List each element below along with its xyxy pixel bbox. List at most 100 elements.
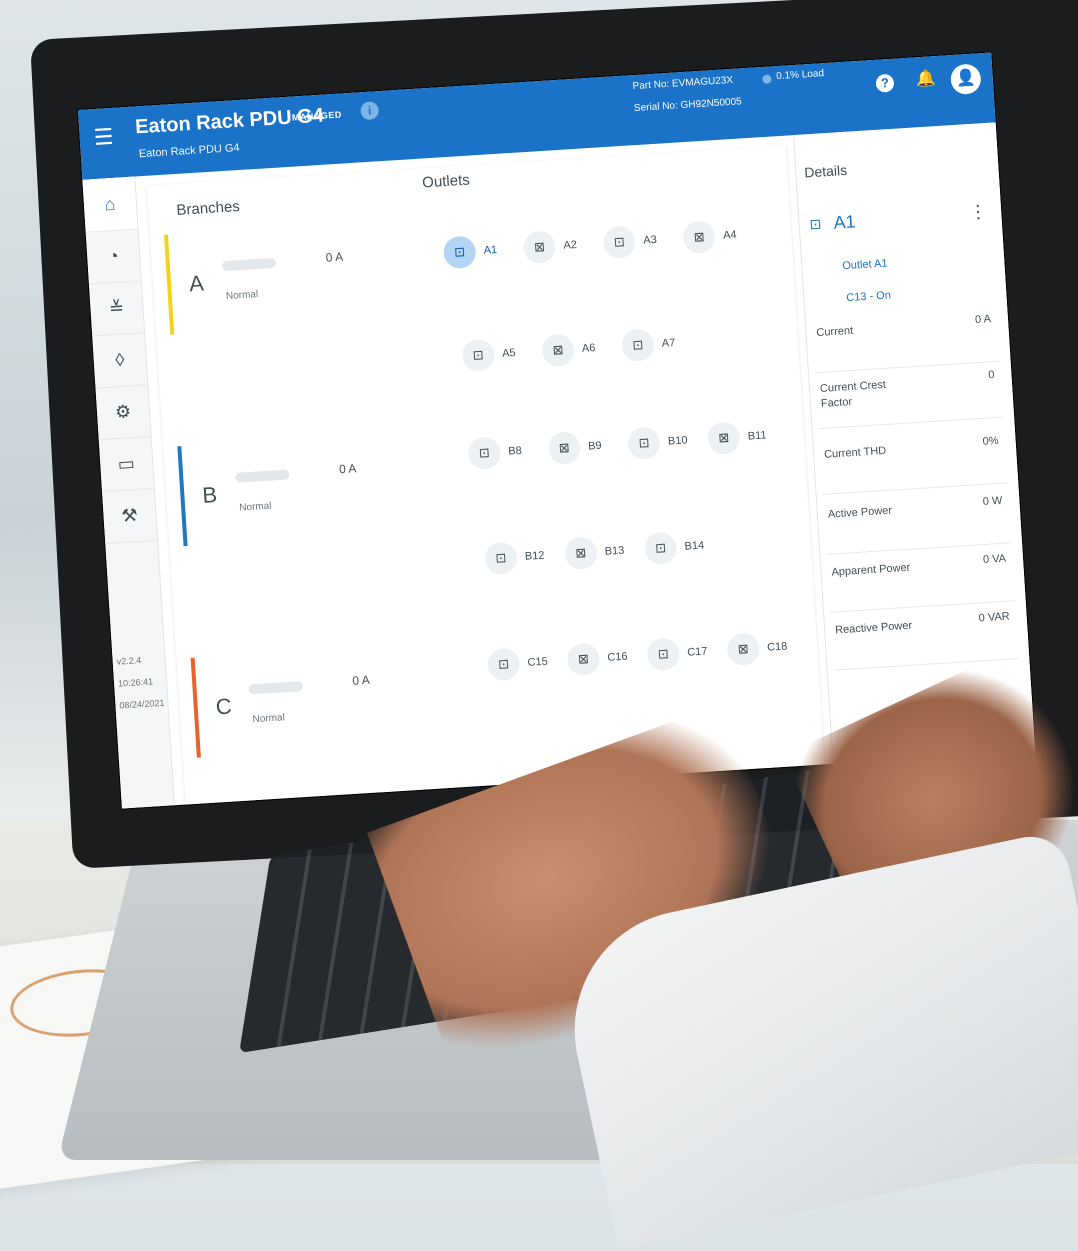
outlet-b11[interactable]: ⊠ B11 bbox=[706, 419, 776, 456]
outlet-icon: ⊡ bbox=[646, 637, 681, 672]
more-options-icon[interactable]: ⋮ bbox=[969, 201, 988, 223]
nav-gear-icon[interactable]: ⚙ bbox=[95, 384, 151, 441]
outlet-icon: ⊠ bbox=[726, 632, 761, 667]
outlet-a1[interactable]: ⊡ A1 bbox=[442, 233, 506, 270]
branch-current: 0 A bbox=[351, 672, 371, 688]
outlet-b9[interactable]: ⊠ B9 bbox=[547, 429, 610, 466]
outlet-b13[interactable]: ⊠ B13 bbox=[563, 534, 633, 571]
outlet-label: A7 bbox=[661, 336, 676, 350]
outlets-heading: Outlets bbox=[421, 171, 471, 192]
outlet-icon: ⊡ bbox=[484, 541, 518, 576]
branch-letter: B bbox=[201, 482, 218, 508]
outlet-label: B13 bbox=[604, 544, 625, 558]
outlet-icon: ⊡ bbox=[620, 328, 655, 363]
branch-b[interactable]: B Normal 0 A ⊡ B8 ⊠ B9 ⊡ B10 ⊠ B11 ⊡ B12… bbox=[177, 407, 796, 576]
branch-status: Normal bbox=[252, 712, 286, 726]
details-outlet-type: C13 - On bbox=[845, 289, 892, 305]
outlet-label: C17 bbox=[686, 645, 708, 659]
outlet-a7[interactable]: ⊡ A7 bbox=[620, 326, 684, 363]
load-status: 0.1% Load bbox=[775, 68, 825, 83]
app-subtitle: Eaton Rack PDU G4 bbox=[138, 141, 240, 161]
outlet-icon: ⊡ bbox=[486, 647, 521, 682]
outlet-icon: ⊠ bbox=[566, 642, 601, 677]
nav-home-icon[interactable]: ⌂ bbox=[82, 176, 138, 233]
outlet-label: B9 bbox=[587, 439, 602, 453]
branch-status: Normal bbox=[225, 289, 259, 303]
managed-badge: MANAGED bbox=[291, 109, 343, 123]
metric-current: Current 0 A bbox=[811, 306, 1000, 374]
outlet-icon: ⊡ bbox=[602, 225, 637, 260]
menu-icon[interactable]: ☰ bbox=[93, 124, 114, 150]
outlet-label: A6 bbox=[581, 341, 596, 355]
outlet-b8[interactable]: ⊡ B8 bbox=[467, 434, 530, 471]
metric-label: Apparent Power bbox=[831, 561, 911, 579]
branch-load-meter bbox=[235, 469, 290, 483]
outlet-a2[interactable]: ⊠ A2 bbox=[522, 228, 586, 265]
outlet-icon: ⊡ bbox=[643, 531, 678, 566]
nav-network-icon[interactable]: ▭ bbox=[98, 436, 154, 493]
branch-letter: C bbox=[214, 693, 233, 720]
outlet-label: B8 bbox=[507, 444, 523, 458]
outlet-c16[interactable]: ⊠ C16 bbox=[566, 640, 637, 677]
details-heading: Details bbox=[803, 161, 848, 181]
branch-current: 0 A bbox=[338, 461, 357, 477]
outlet-icon: ⊡ bbox=[627, 426, 662, 461]
outlet-icon: ⊡ bbox=[467, 436, 502, 471]
info-icon[interactable]: i bbox=[360, 101, 380, 121]
outlet-icon: ⊠ bbox=[522, 230, 557, 265]
nav-gauge-icon[interactable]: ◔ bbox=[85, 228, 141, 285]
metric-apparent-power: Apparent Power 0 VA bbox=[826, 546, 1015, 613]
outlet-label: B11 bbox=[747, 429, 767, 443]
outlet-b14[interactable]: ⊡ B14 bbox=[643, 529, 713, 566]
metric-label: Reactive Power bbox=[834, 619, 913, 637]
outlet-a3[interactable]: ⊡ A3 bbox=[602, 223, 665, 260]
nav-wrench-icon[interactable]: ⚒ bbox=[101, 487, 158, 545]
outlet-label: A3 bbox=[642, 233, 658, 247]
outlet-icon: ⊡ bbox=[461, 338, 496, 373]
metric-value: 0 bbox=[987, 368, 995, 382]
details-outlet-name: A1 bbox=[832, 211, 857, 233]
metric-value: 0% bbox=[982, 434, 999, 448]
outlet-b10[interactable]: ⊡ B10 bbox=[627, 424, 696, 461]
outlet-a4[interactable]: ⊠ A4 bbox=[682, 218, 745, 255]
branch-c[interactable]: C Normal 0 A ⊡ C15 ⊠ C16 ⊡ C17 ⊠ C18 bbox=[190, 619, 810, 758]
outlet-b12[interactable]: ⊡ B12 bbox=[484, 539, 553, 576]
nav-drop-icon[interactable]: ◊ bbox=[92, 332, 148, 389]
user-avatar-icon[interactable]: 👤 bbox=[949, 63, 982, 96]
metric-value: 0 W bbox=[982, 494, 1003, 508]
metric-current-thd: Current THD 0% bbox=[819, 428, 1008, 496]
laptop-screen: ☰ Eaton Rack PDU G4 MANAGED i Eaton Rack… bbox=[78, 52, 1036, 809]
branch-load-meter bbox=[248, 681, 303, 695]
outlet-c15[interactable]: ⊡ C15 bbox=[486, 645, 557, 682]
firmware-version: v2.2.4 bbox=[116, 655, 142, 667]
metric-label: Current Crest Factor bbox=[819, 378, 887, 410]
nav-sliders-icon[interactable]: ≚ bbox=[88, 280, 145, 337]
outlet-label: C18 bbox=[766, 640, 788, 654]
outlet-icon: ⊠ bbox=[563, 536, 598, 571]
branch-color-bar bbox=[164, 234, 175, 335]
branch-current: 0 A bbox=[325, 249, 344, 265]
outlet-label: C15 bbox=[527, 655, 549, 669]
outlet-a5[interactable]: ⊡ A5 bbox=[461, 337, 524, 373]
outlet-c18[interactable]: ⊠ C18 bbox=[726, 630, 796, 667]
outlet-icon: ⊠ bbox=[547, 431, 582, 466]
outlet-label: B12 bbox=[524, 549, 545, 563]
details-outlet-label[interactable]: Outlet A1 bbox=[842, 257, 888, 272]
metric-label: Current bbox=[816, 324, 854, 340]
branches-heading: Branches bbox=[175, 198, 241, 219]
outlet-icon: ⊠ bbox=[706, 421, 741, 456]
outlet-label: A2 bbox=[563, 238, 578, 252]
outlet-label: A5 bbox=[501, 347, 516, 360]
part-number: Part No: EVMAGU23X bbox=[632, 74, 734, 93]
outlet-c17[interactable]: ⊡ C17 bbox=[646, 635, 716, 672]
outlet-a6[interactable]: ⊠ A6 bbox=[541, 332, 604, 368]
outlet-label: B14 bbox=[684, 539, 705, 553]
metric-value: 0 VAR bbox=[978, 610, 1011, 625]
load-indicator-dot bbox=[762, 74, 772, 84]
help-icon[interactable]: ? bbox=[875, 73, 895, 93]
metric-value: 0 VA bbox=[982, 552, 1007, 567]
branch-status: Normal bbox=[238, 500, 272, 514]
bell-icon[interactable]: 🔔 bbox=[915, 68, 936, 89]
branch-a[interactable]: A Normal 0 A ⊡ A1 ⊠ A2 ⊡ A3 ⊠ A4 ⊡ A5 ⊠ … bbox=[164, 196, 783, 373]
branch-letter: A bbox=[188, 270, 205, 297]
